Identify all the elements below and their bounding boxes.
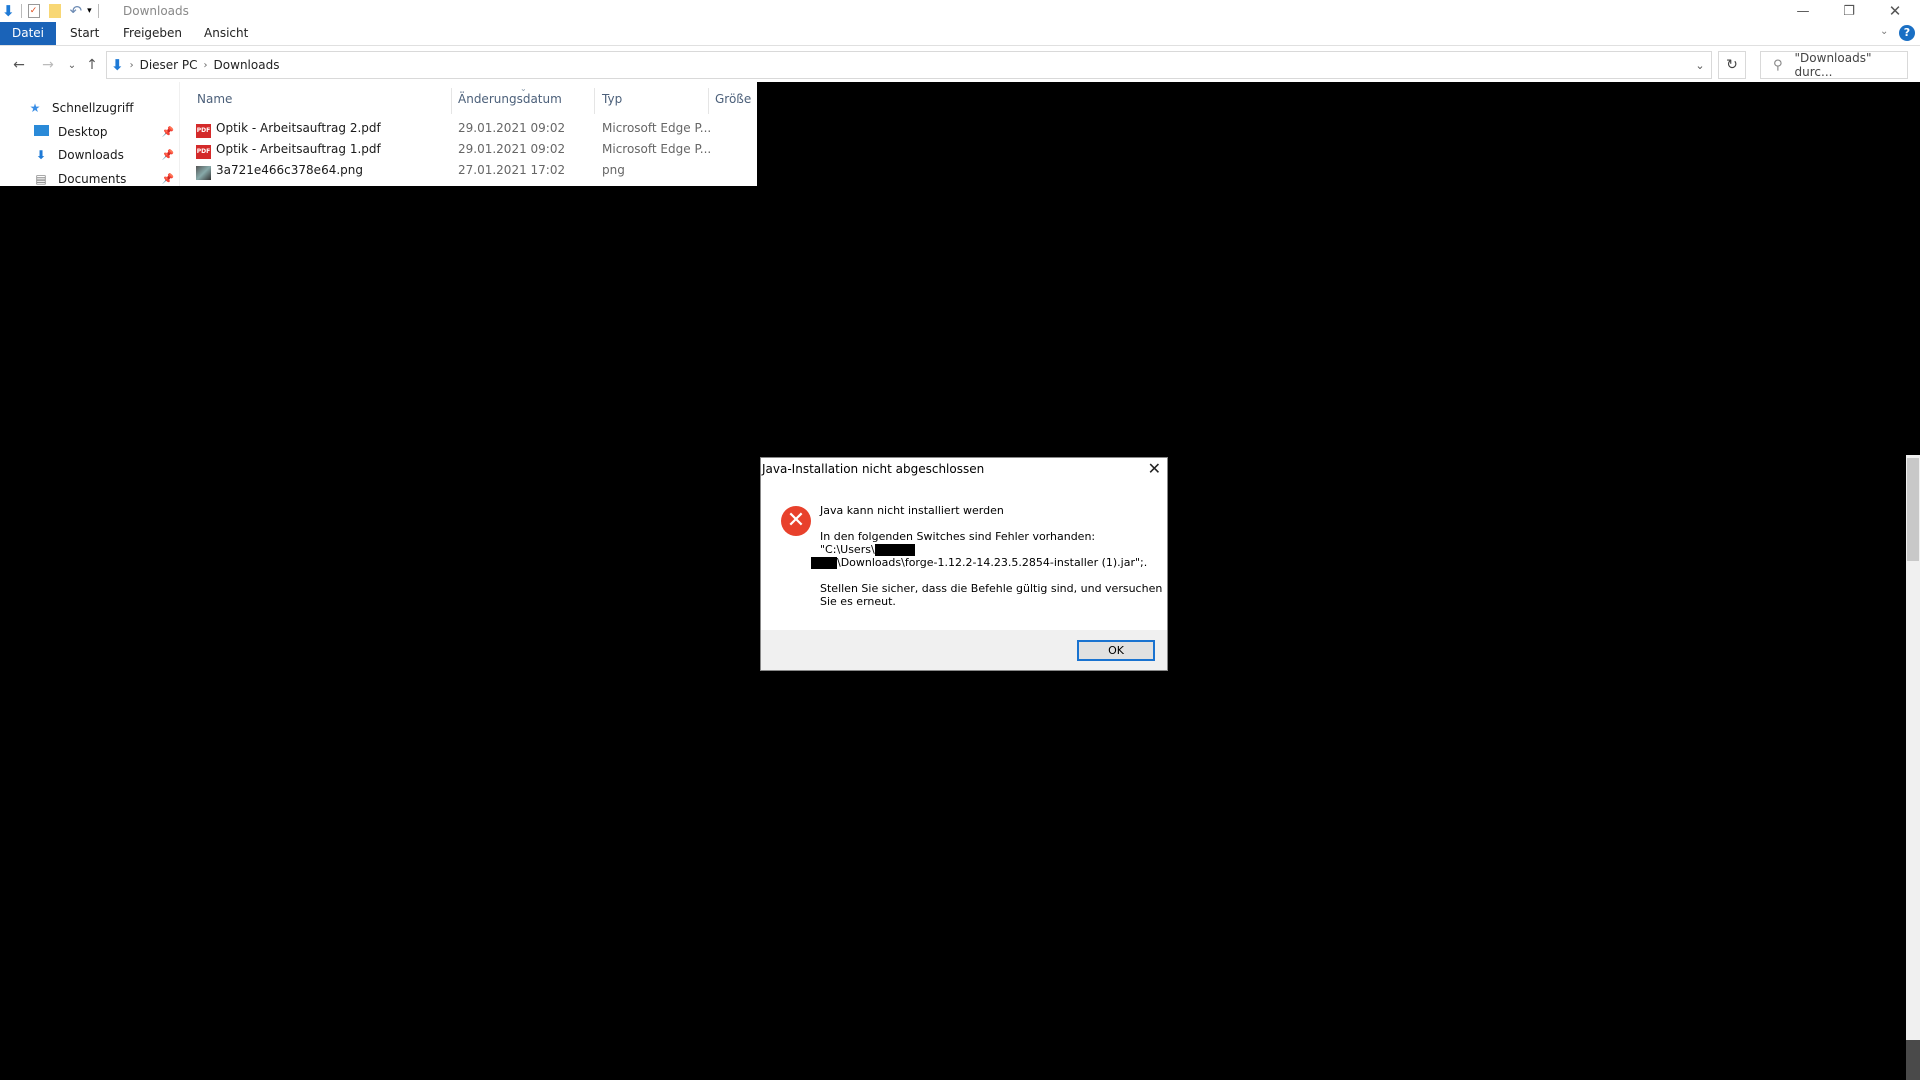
dialog-message-line: Sie es erneut. bbox=[820, 595, 896, 608]
sidebar-item-label: Desktop bbox=[58, 125, 108, 139]
help-icon[interactable]: ? bbox=[1899, 25, 1915, 41]
file-name: Optik - Arbeitsauftrag 2.pdf bbox=[216, 121, 381, 135]
quick-access-toolbar: ⬇ ✓ ↶ ▾ bbox=[2, 2, 105, 20]
dialog-message-line: \Downloads\forge-1.12.2-14.23.5.2854-ins… bbox=[811, 556, 1147, 569]
undo-icon[interactable]: ↶ bbox=[70, 2, 83, 20]
tab-freigeben[interactable]: Freigeben bbox=[111, 22, 194, 45]
close-button[interactable]: ✕ bbox=[1872, 0, 1918, 22]
column-divider[interactable] bbox=[708, 88, 709, 114]
file-type: Microsoft Edge P... bbox=[602, 142, 712, 156]
file-name: 3a721e466c378e64.png bbox=[216, 163, 363, 177]
path-suffix: \Downloads\forge-1.12.2-14.23.5.2854-ins… bbox=[837, 556, 1148, 569]
back-button[interactable]: ← bbox=[10, 56, 28, 74]
error-dialog: Java-Installation nicht abgeschlossen ✕ … bbox=[760, 457, 1168, 671]
breadcrumb-downloads[interactable]: Downloads bbox=[214, 58, 280, 72]
chevron-right-icon[interactable]: › bbox=[204, 60, 208, 71]
file-explorer-window: ⬇ ✓ ↶ ▾ Downloads — ❐ ✕ Datei Start Frei… bbox=[0, 0, 1920, 82]
minimize-button[interactable]: — bbox=[1780, 0, 1826, 22]
column-header-name[interactable]: Name bbox=[197, 92, 232, 106]
dialog-message-line: In den folgenden Switches sind Fehler vo… bbox=[820, 530, 1096, 543]
download-icon: ⬇ bbox=[111, 56, 124, 74]
navigation-pane: ★ Schnellzugriff Desktop 📌 ⬇ Downloads 📌… bbox=[0, 82, 180, 186]
recent-locations-button[interactable]: ⌄ bbox=[63, 56, 81, 74]
sidebar-item-label: Downloads bbox=[58, 148, 124, 162]
dialog-footer: OK bbox=[761, 630, 1167, 670]
column-header-date[interactable]: Änderungsdatum bbox=[458, 92, 562, 106]
navigation-bar: ← → ⌄ ↑ ⬇ › Dieser PC › Downloads ⌄ ↻ ⚲ … bbox=[0, 48, 1920, 82]
search-icon: ⚲ bbox=[1773, 57, 1783, 73]
divider bbox=[20, 4, 22, 18]
ok-button[interactable]: OK bbox=[1077, 640, 1155, 661]
file-row[interactable]: PDF Optik - Arbeitsauftrag 1.pdf 29.01.2… bbox=[196, 139, 757, 159]
column-divider[interactable] bbox=[451, 88, 452, 114]
refresh-button[interactable]: ↻ bbox=[1718, 51, 1746, 79]
divider bbox=[97, 4, 99, 18]
address-bar[interactable]: ⬇ › Dieser PC › Downloads bbox=[106, 51, 1712, 79]
chevron-right-icon[interactable]: › bbox=[130, 60, 134, 71]
star-icon: ★ bbox=[29, 101, 41, 115]
dialog-message-line: "C:\Users\ bbox=[820, 543, 915, 556]
sidebar-item-downloads[interactable]: ⬇ Downloads 📌 bbox=[32, 144, 174, 166]
scroll-thumb[interactable] bbox=[1907, 458, 1919, 561]
redacted-username bbox=[811, 557, 837, 569]
maximize-button[interactable]: ❐ bbox=[1826, 0, 1872, 22]
forward-button[interactable]: → bbox=[39, 56, 57, 74]
file-date: 29.01.2021 09:02 bbox=[458, 142, 566, 156]
expand-ribbon-icon[interactable]: ⌄ bbox=[1880, 26, 1888, 37]
customize-toolbar-icon[interactable]: ▾ bbox=[87, 6, 92, 16]
up-button[interactable]: ↑ bbox=[83, 56, 101, 74]
tab-ansicht[interactable]: Ansicht bbox=[192, 22, 260, 45]
sidebar-item-label: Documents bbox=[58, 172, 127, 186]
file-type: Microsoft Edge P... bbox=[602, 121, 712, 135]
file-name: Optik - Arbeitsauftrag 1.pdf bbox=[216, 142, 381, 156]
tab-datei[interactable]: Datei bbox=[0, 22, 56, 45]
breadcrumb-dieser-pc[interactable]: Dieser PC bbox=[140, 58, 198, 72]
dialog-heading: Java kann nicht installiert werden bbox=[820, 504, 1004, 517]
file-list: Name ⌄ Änderungsdatum Typ Größe PDF Opti… bbox=[180, 82, 757, 186]
window-title: Downloads bbox=[123, 4, 189, 18]
download-icon: ⬇ bbox=[2, 2, 15, 20]
title-bar: ⬇ ✓ ↶ ▾ Downloads — ❐ ✕ bbox=[0, 0, 1920, 22]
pin-icon[interactable]: 📌 bbox=[162, 127, 174, 138]
new-folder-icon[interactable] bbox=[48, 4, 61, 18]
file-date: 29.01.2021 09:02 bbox=[458, 121, 566, 135]
close-icon[interactable]: ✕ bbox=[1148, 459, 1161, 478]
ribbon: Datei Start Freigeben Ansicht ⌄ ? bbox=[0, 22, 1920, 46]
search-input[interactable]: ⚲ "Downloads" durc... bbox=[1760, 51, 1908, 79]
error-icon: ✕ bbox=[781, 506, 811, 536]
search-placeholder: "Downloads" durc... bbox=[1794, 51, 1872, 79]
file-row[interactable]: 3a721e466c378e64.png 27.01.2021 17:02 pn… bbox=[196, 160, 757, 180]
path-prefix: "C:\Users\ bbox=[820, 543, 875, 556]
dialog-title: Java-Installation nicht abgeschlossen bbox=[762, 462, 985, 476]
column-header-type[interactable]: Typ bbox=[602, 92, 622, 106]
dialog-message-line: Stellen Sie sicher, dass die Befehle gül… bbox=[820, 582, 1163, 595]
sidebar-item-schnellzugriff[interactable]: ★ Schnellzugriff bbox=[26, 97, 176, 119]
sidebar-item-desktop[interactable]: Desktop 📌 bbox=[32, 121, 174, 143]
sidebar-item-label: Schnellzugriff bbox=[52, 101, 134, 115]
pin-icon[interactable]: 📌 bbox=[162, 150, 174, 161]
explorer-content: ★ Schnellzugriff Desktop 📌 ⬇ Downloads 📌… bbox=[0, 82, 757, 186]
column-divider[interactable] bbox=[594, 88, 595, 114]
desktop-icon bbox=[32, 125, 50, 139]
column-header-size[interactable]: Größe bbox=[715, 92, 751, 106]
scrollbar[interactable] bbox=[1906, 455, 1920, 1080]
redacted-username bbox=[874, 544, 915, 556]
address-dropdown-button[interactable]: ⌄ bbox=[1688, 51, 1712, 79]
document-icon: ▤ bbox=[35, 172, 47, 186]
pin-icon[interactable]: 📌 bbox=[162, 174, 174, 185]
sidebar-item-documents[interactable]: ▤ Documents 📌 bbox=[32, 168, 174, 186]
properties-icon[interactable]: ✓ bbox=[27, 4, 40, 18]
download-icon: ⬇ bbox=[35, 148, 47, 162]
taskbar-fragment bbox=[1906, 1040, 1920, 1080]
file-row[interactable]: PDF Optik - Arbeitsauftrag 2.pdf 29.01.2… bbox=[196, 118, 757, 138]
tab-start[interactable]: Start bbox=[58, 22, 111, 45]
file-type: png bbox=[602, 163, 625, 177]
file-date: 27.01.2021 17:02 bbox=[458, 163, 566, 177]
